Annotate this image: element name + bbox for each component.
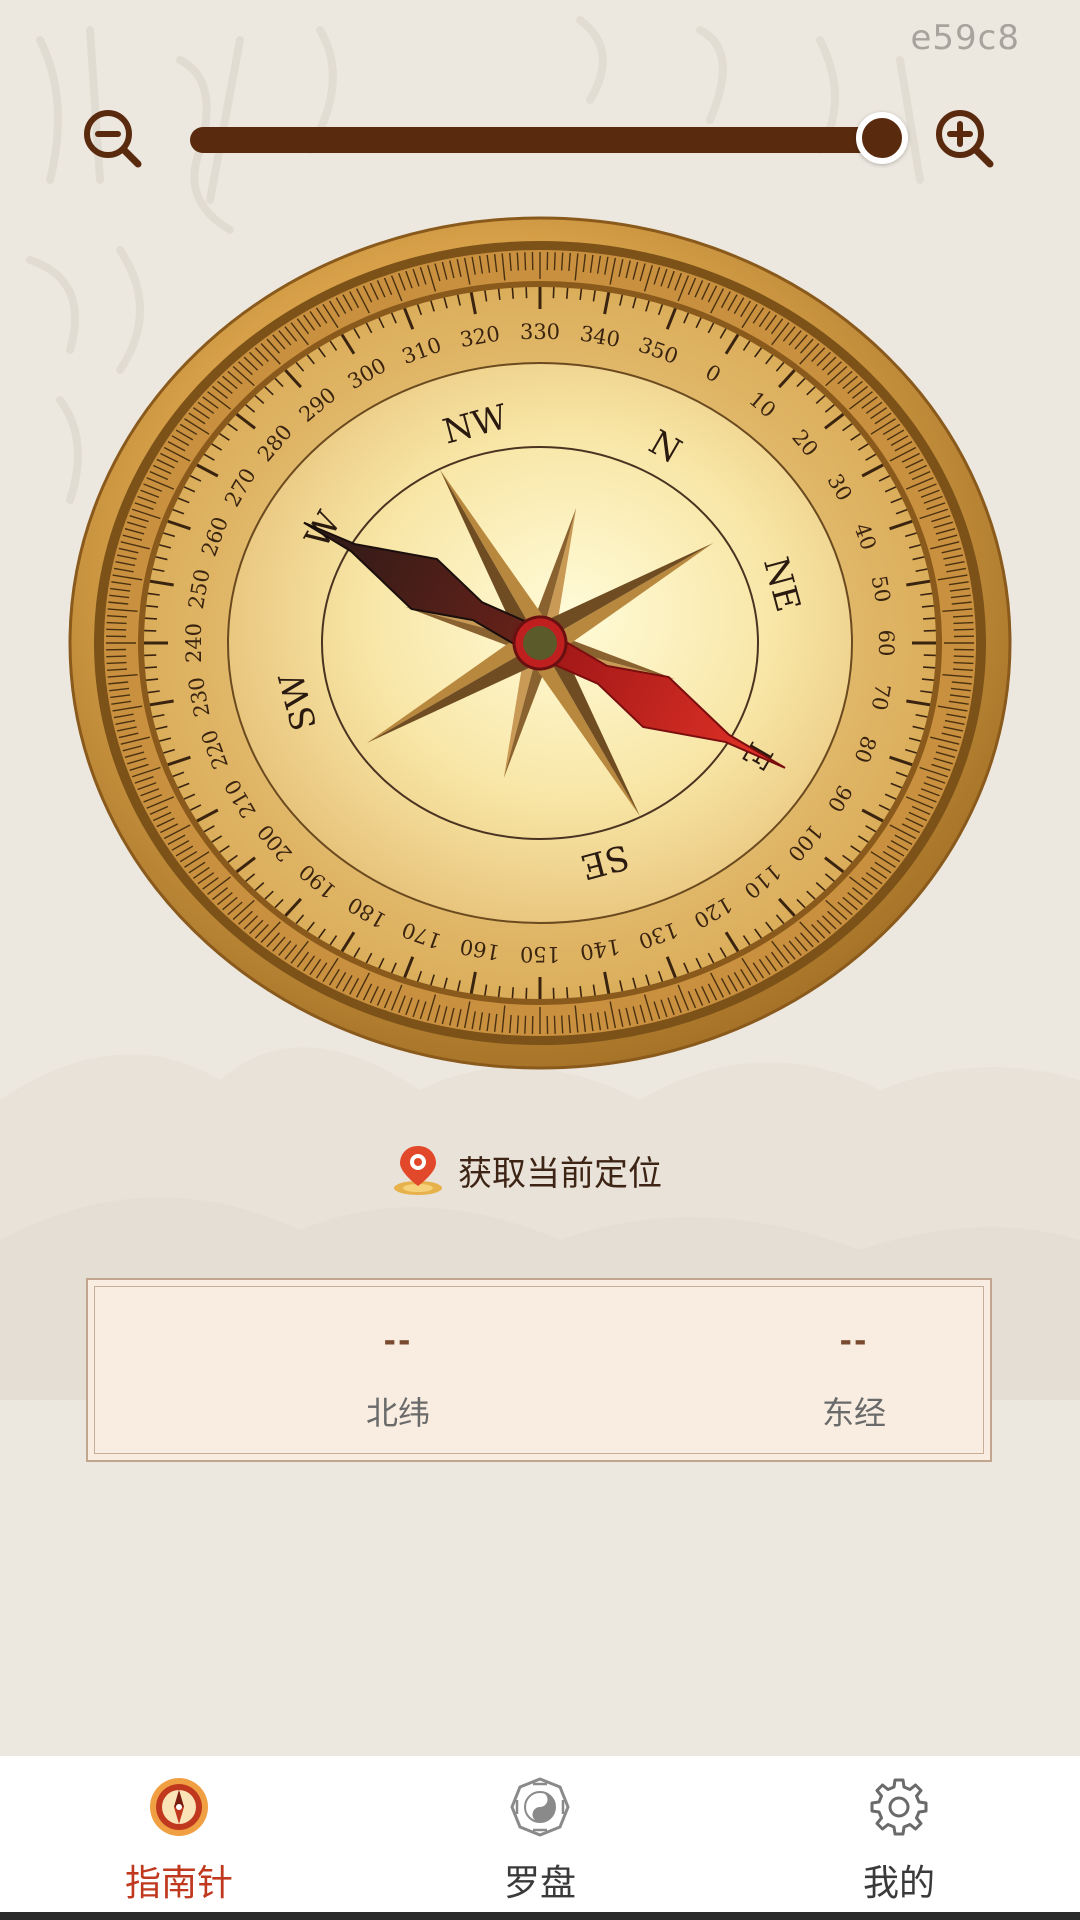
bagua-icon [510, 1777, 570, 1837]
degree-tick [511, 987, 515, 999]
longitude-column: -- 东经 [704, 1324, 1004, 1434]
fine-tick [553, 1015, 556, 1034]
longitude-label: 东经 [821, 1394, 886, 1432]
get-location-label: 获取当前定位 [458, 1153, 662, 1194]
zoom-control [80, 100, 1000, 180]
fine-tick [106, 655, 127, 658]
fine-tick [106, 628, 127, 631]
latitude-value: -- [383, 1324, 413, 1359]
degree-label: 50 [867, 574, 895, 604]
degree-tick [923, 617, 936, 620]
tab-luopan-label: 罗盘 [503, 1863, 576, 1904]
fine-tick [953, 661, 974, 665]
fine-tick [524, 1015, 527, 1034]
bottom-tab-bar: 指南针 罗盘 我的 [0, 1756, 1080, 1912]
compass-tab-icon [150, 1778, 208, 1836]
fine-tick [553, 252, 556, 271]
tab-mine[interactable]: 我的 [799, 1776, 999, 1906]
tab-mine-label: 我的 [862, 1863, 935, 1904]
tab-compass-label: 指南针 [124, 1863, 233, 1904]
degree-tick [565, 987, 569, 999]
gear-icon [870, 1778, 928, 1836]
fine-tick [953, 628, 974, 631]
degree-tick [923, 666, 936, 669]
coordinates-panel: -- 北纬 -- 东经 [86, 1278, 992, 1462]
zoom-slider-thumb[interactable] [856, 112, 908, 164]
zoom-slider-track[interactable] [190, 127, 900, 153]
degree-tick [511, 287, 515, 299]
zoom-out-icon[interactable] [80, 106, 148, 174]
degree-label: 70 [867, 682, 895, 712]
get-location-button[interactable]: 获取当前定位 [390, 1140, 662, 1200]
degree-tick [144, 617, 157, 620]
degree-tick [144, 666, 157, 669]
zoom-in-icon[interactable] [932, 106, 1000, 174]
degree-label: 240 [182, 623, 206, 663]
location-pin-icon [394, 1146, 442, 1195]
home-indicator-bar [0, 1912, 1080, 1920]
tab-luopan[interactable]: 罗盘 [440, 1776, 640, 1906]
watermark-id: e59c8 [910, 18, 1020, 58]
fine-tick [106, 661, 127, 665]
fine-tick [106, 621, 127, 625]
latitude-label: 北纬 [365, 1394, 430, 1432]
longitude-value: -- [839, 1324, 869, 1359]
fine-tick [524, 252, 527, 271]
compass-graphic: 0102030405060708090100110120130140150160… [68, 216, 1012, 1070]
degree-label: 150 [520, 942, 560, 966]
degree-label: 330 [520, 320, 560, 344]
tab-compass[interactable]: 指南针 [79, 1776, 279, 1906]
latitude-column: -- 北纬 [248, 1324, 548, 1434]
degree-tick [565, 287, 569, 299]
fine-tick [953, 655, 974, 658]
fine-tick [953, 621, 974, 625]
compass-dial: 0 10 20 30 40 50 60 70 80 90 100 110 120 130 140 150 160… [68, 216, 1012, 1070]
degree-label: 60 [874, 630, 898, 657]
